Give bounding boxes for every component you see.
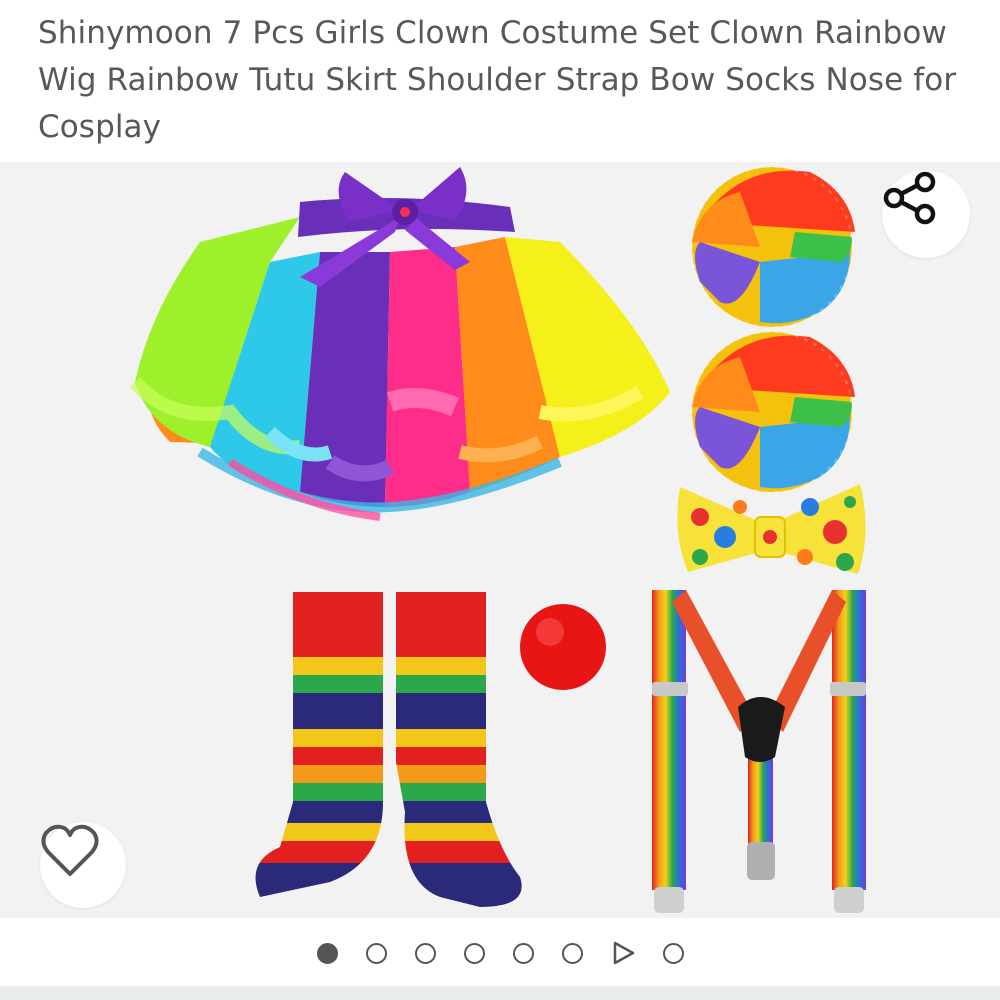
pagination-dot[interactable] (414, 942, 436, 964)
product-image (129, 166, 866, 913)
pagination-dot[interactable] (463, 942, 485, 964)
product-image-gallery[interactable] (0, 162, 1000, 918)
bottom-divider (0, 986, 1000, 1000)
pagination-dot[interactable] (512, 942, 534, 964)
heart-icon (41, 824, 99, 876)
favorite-button[interactable] (40, 822, 126, 908)
clown-nose-image (520, 604, 606, 690)
pagination-dot[interactable] (561, 942, 583, 964)
pagination-video-indicator[interactable] (611, 941, 635, 965)
clown-wig-image-1 (691, 166, 855, 328)
bow-tie-image (677, 484, 866, 574)
share-icon (883, 171, 936, 225)
pagination-dot[interactable] (662, 942, 684, 964)
share-button[interactable] (882, 170, 970, 258)
product-title: Shinymoon 7 Pcs Girls Clown Costume Set … (38, 15, 957, 145)
striped-socks-image (255, 592, 522, 907)
play-icon (613, 941, 634, 965)
tutu-skirt-image (129, 167, 670, 521)
pagination-dot-active[interactable] (316, 942, 338, 964)
gallery-pagination (0, 928, 1000, 978)
suspenders-image (652, 590, 866, 913)
pagination-dot[interactable] (365, 942, 387, 964)
clown-wig-image-2 (691, 331, 855, 493)
